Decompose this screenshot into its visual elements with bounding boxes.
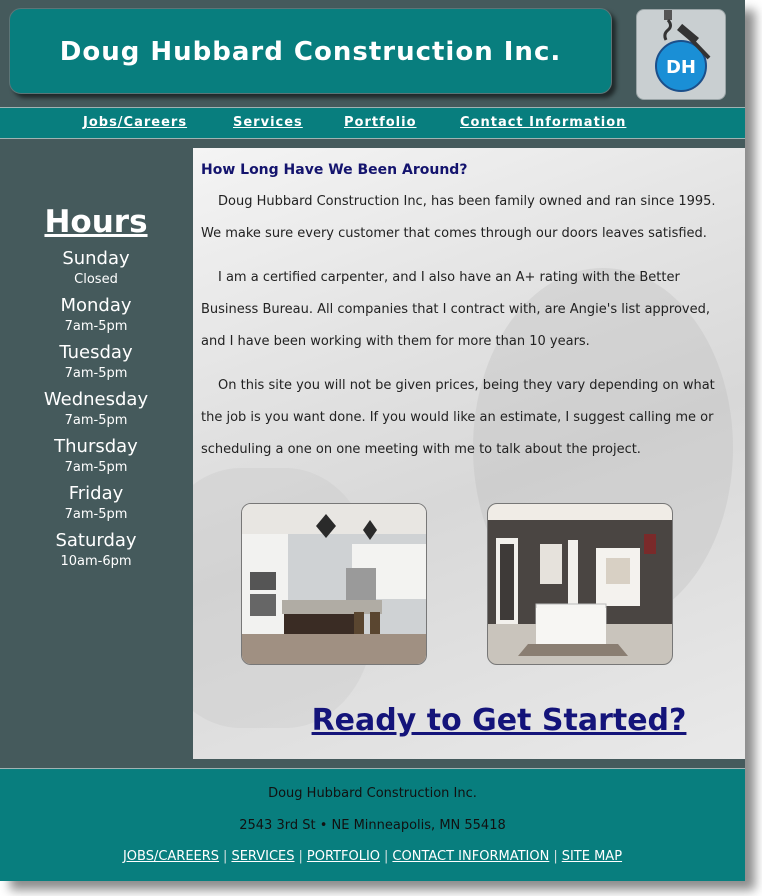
about-paragraph-1: Doug Hubbard Construction Inc, has been … xyxy=(201,194,716,241)
time-tuesday: 7am-5pm xyxy=(64,366,128,381)
footer-address: 2543 3rd St • NE Minneapolis, MN 55418 xyxy=(239,818,506,833)
footer-separator: | xyxy=(223,849,228,864)
time-friday: 7am-5pm xyxy=(64,507,128,522)
time-thursday: 7am-5pm xyxy=(64,460,128,475)
logo-text: DH xyxy=(666,57,696,78)
hours-sidebar: Hours Sunday Closed Monday 7am-5pm Tuesd… xyxy=(0,148,192,569)
footer-link-jobs-careers[interactable]: JOBS/CAREERS xyxy=(123,849,219,864)
footer-links: JOBS/CAREERS | SERVICES | PORTFOLIO | CONTACT … xyxy=(0,849,745,864)
footer: Doug Hubbard Construction Inc. 2543 3rd … xyxy=(0,768,745,881)
main-content: How Long Have We Been Around? Doug Hubba… xyxy=(193,148,745,759)
about-paragraph-3: On this site you will not be given price… xyxy=(201,378,715,457)
page: Doug Hubbard Construction Inc. DH Jobs/C… xyxy=(0,0,745,881)
time-wednesday: 7am-5pm xyxy=(64,413,128,428)
about-paragraph-2: I am a certified carpenter, and I also h… xyxy=(201,270,711,349)
bathroom-photo xyxy=(487,503,673,665)
footer-separator: | xyxy=(553,849,558,864)
hours-title: Hours xyxy=(44,204,148,240)
day-wednesday: Wednesday xyxy=(43,389,149,410)
hammer-hook-logo-icon: DH xyxy=(655,10,711,92)
day-monday: Monday xyxy=(60,295,132,316)
footer-separator: | xyxy=(298,849,303,864)
day-saturday: Saturday xyxy=(55,530,137,551)
about-heading: How Long Have We Been Around? xyxy=(201,162,468,178)
cta-section: Ready to Get Started? xyxy=(193,703,745,738)
footer-link-contact-information[interactable]: CONTACT INFORMATION xyxy=(392,849,549,864)
site-title: Doug Hubbard Construction Inc. xyxy=(59,37,562,67)
day-thursday: Thursday xyxy=(54,436,138,457)
nav-services[interactable]: Services xyxy=(233,115,303,130)
day-friday: Friday xyxy=(68,483,124,504)
day-sunday: Sunday xyxy=(62,248,130,269)
nav-contact-information[interactable]: Contact Information xyxy=(460,115,626,130)
time-saturday: 10am-6pm xyxy=(60,554,132,569)
kitchen-photo xyxy=(241,503,427,665)
nav-portfolio[interactable]: Portfolio xyxy=(344,115,417,130)
footer-separator: | xyxy=(384,849,389,864)
kitchen-image-icon xyxy=(242,504,426,664)
day-tuesday: Tuesday xyxy=(59,342,133,363)
footer-company-name: Doug Hubbard Construction Inc. xyxy=(268,786,477,801)
footer-link-portfolio[interactable]: PORTFOLIO xyxy=(307,849,380,864)
main-navigation: Jobs/Careers Services Portfolio Contact … xyxy=(0,107,745,139)
bathroom-image-icon xyxy=(488,504,672,664)
footer-link-services[interactable]: SERVICES xyxy=(231,849,294,864)
time-monday: 7am-5pm xyxy=(64,319,128,334)
footer-link-site-map[interactable]: SITE MAP xyxy=(562,849,622,864)
get-started-link[interactable]: Ready to Get Started? xyxy=(312,703,687,738)
nav-jobs-careers[interactable]: Jobs/Careers xyxy=(83,115,187,130)
company-logo[interactable]: DH xyxy=(636,9,726,100)
time-sunday: Closed xyxy=(74,272,118,287)
header-banner: Doug Hubbard Construction Inc. xyxy=(9,8,612,94)
